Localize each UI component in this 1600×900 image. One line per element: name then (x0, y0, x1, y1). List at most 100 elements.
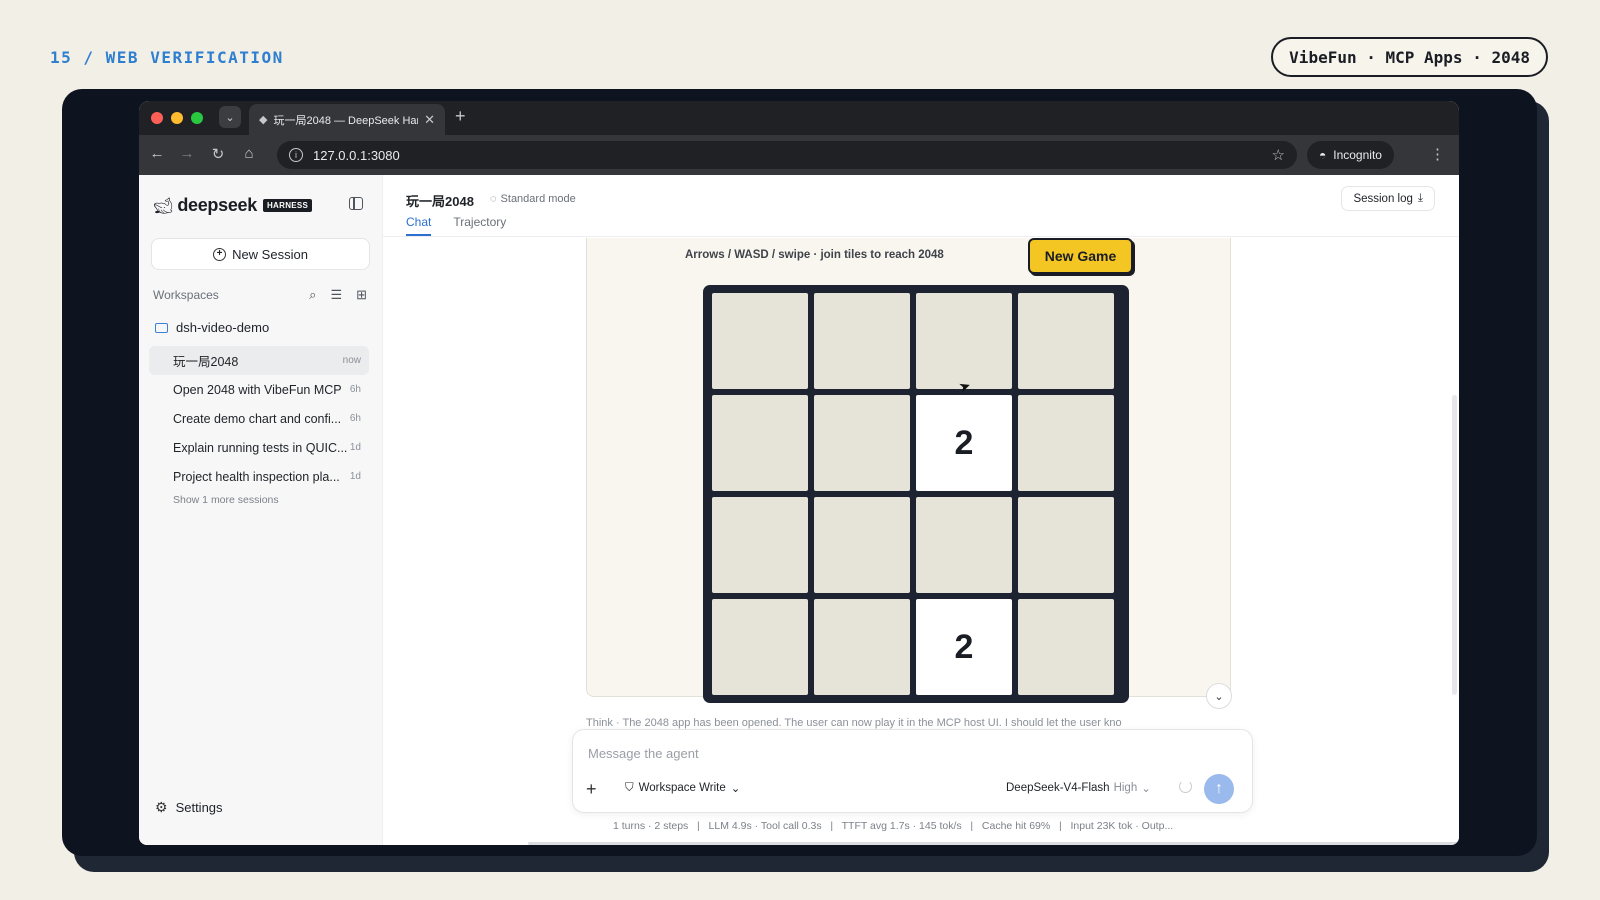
stat-divider: | (824, 820, 839, 832)
search-icon[interactable]: ⌕ (309, 287, 316, 303)
chevron-down-icon: ⌄ (1141, 783, 1151, 795)
incognito-badge[interactable]: ◓ Incognito (1307, 141, 1394, 169)
chevron-down-icon: ⌄ (730, 783, 741, 795)
stat-cache: Cache hit 69% (981, 820, 1051, 832)
session-time: 1d (349, 442, 361, 453)
url-text: 127.0.0.1:3080 (313, 147, 400, 163)
session-item[interactable]: 玩一局2048 now (149, 346, 369, 375)
board-cell (916, 293, 1012, 389)
horizontal-scrollbar[interactable] (528, 842, 1459, 845)
workspaces-label: Workspaces (153, 288, 219, 302)
browser-tab[interactable]: ◆ 玩一局2048 — DeepSeek Har ✕ (249, 104, 445, 135)
folder-name: dsh-video-demo (176, 320, 270, 335)
slide-pill: VibeFun · MCP Apps · 2048 (1271, 37, 1548, 77)
stat-llm: LLM 4.9s · Tool call 0.3s (708, 820, 822, 832)
session-name: Explain running tests in QUIC... (173, 440, 348, 455)
gear-icon: ⚙ (155, 799, 168, 815)
session-time: 1d (349, 471, 361, 482)
session-log-button[interactable]: Session log ⤓ (1341, 186, 1435, 211)
model-select[interactable]: DeepSeek-V4-Flash High ⌄ (1006, 781, 1151, 795)
slide-label: 15 / WEB VERIFICATION (50, 48, 284, 67)
settings-button[interactable]: ⚙ Settings (155, 799, 223, 816)
whale-logo-icon: 🐋︎ (153, 197, 174, 215)
new-session-button[interactable]: + New Session (151, 238, 370, 270)
forward-icon[interactable]: → (177, 145, 197, 162)
session-list: 玩一局2048 now Open 2048 with VibeFun MCP 6… (149, 346, 369, 491)
stat-divider: | (1053, 820, 1068, 832)
reload-icon[interactable]: ↻ (208, 145, 228, 163)
address-bar[interactable]: i 127.0.0.1:3080 ☆ (277, 141, 1297, 169)
session-time: now (342, 355, 361, 366)
stat-tokens: Input 23K tok · Outp... (1070, 820, 1174, 832)
new-tab-icon[interactable]: + (455, 106, 466, 127)
mode-indicator: ◌ Standard mode (490, 193, 576, 205)
stat-divider: | (691, 820, 706, 832)
game-board[interactable]: 2 2 (703, 285, 1129, 703)
shield-icon: ⛉ (625, 781, 634, 794)
session-item[interactable]: Explain running tests in QUIC... 1d (149, 433, 369, 462)
plus-circle-icon: + (213, 247, 227, 261)
minimize-window-button[interactable] (171, 112, 183, 124)
session-item[interactable]: Create demo chart and confi... 6h (149, 404, 369, 433)
close-tab-icon[interactable]: ✕ (424, 112, 435, 128)
board-cell (814, 497, 910, 593)
session-item[interactable]: Project health inspection pla... 1d (149, 462, 369, 491)
composer: Message the agent + ⛉ Workspace Write ⌄ … (572, 729, 1253, 813)
star-icon[interactable]: ☆ (1272, 146, 1285, 164)
session-log-label: Session log (1353, 192, 1413, 205)
new-game-button[interactable]: New Game (1028, 238, 1133, 274)
sidebar-toggle-icon[interactable] (349, 197, 363, 210)
scrollbar[interactable] (1452, 395, 1457, 695)
board-cell (1018, 599, 1114, 695)
workspaces-header: Workspaces ⌕ ☰ ⊞ (153, 287, 367, 303)
workspace-mode-select[interactable]: ⛉ Workspace Write ⌄ (625, 781, 741, 796)
back-icon[interactable]: ← (147, 145, 167, 162)
think-line: Think · The 2048 app has been opened. Th… (586, 717, 1221, 729)
close-window-button[interactable] (151, 112, 163, 124)
tab-trajectory[interactable]: Trajectory (453, 215, 506, 236)
maximize-window-button[interactable] (191, 112, 203, 124)
logo-badge: HARNESS (262, 199, 313, 212)
deepseek-favicon-icon: ◆ (259, 114, 268, 126)
session-name: Open 2048 with VibeFun MCP (173, 382, 342, 397)
board-cell (1018, 497, 1114, 593)
session-time: 6h (349, 384, 361, 395)
model-level: High (1113, 782, 1138, 794)
browser-toolbar: ← → ↻ ⌂ i 127.0.0.1:3080 ☆ ◓ Incognito ⋮ (139, 135, 1459, 175)
message-input[interactable]: Message the agent (588, 746, 699, 761)
board-cell (814, 395, 910, 491)
main-header: 玩一局2048 ◌ Standard mode Chat Trajectory … (383, 175, 1459, 237)
tab-title: 玩一局2048 — DeepSeek Har (273, 114, 419, 127)
board-cell: 2 (916, 395, 1012, 491)
info-icon[interactable]: i (289, 148, 303, 162)
tab-search-icon[interactable]: ⌄ (219, 106, 241, 128)
session-name: Create demo chart and confi... (173, 411, 342, 426)
download-icon: ⤓ (1417, 192, 1423, 204)
add-folder-icon[interactable]: ⊞ (356, 287, 367, 303)
loading-spinner-icon (1179, 780, 1192, 793)
home-icon[interactable]: ⌂ (239, 145, 259, 162)
board-cell (712, 599, 808, 695)
attach-icon[interactable]: + (586, 779, 597, 800)
board-cell (814, 599, 910, 695)
board-cell (712, 293, 808, 389)
app-root: 🐋︎ deepseek HARNESS + New Session Worksp… (139, 175, 1459, 845)
send-button[interactable]: ↑ (1204, 774, 1234, 804)
browser-window: ⌄ ◆ 玩一局2048 — DeepSeek Har ✕ + ← → ↻ ⌂ i… (139, 101, 1459, 845)
tab-chat[interactable]: Chat (406, 215, 432, 236)
session-time: 6h (349, 413, 361, 424)
incognito-icon: ◓ (1319, 148, 1327, 162)
stat-turns: 1 turns · 2 steps (613, 820, 689, 832)
session-item[interactable]: Open 2048 with VibeFun MCP 6h (149, 375, 369, 404)
board-cell (712, 395, 808, 491)
tab-bar: ⌄ ◆ 玩一局2048 — DeepSeek Har ✕ + (139, 101, 1459, 135)
main-tabs: Chat Trajectory (406, 215, 506, 236)
game-hint: Arrows / WASD / swipe · join tiles to re… (685, 249, 944, 261)
folder-icon (155, 322, 168, 333)
filter-icon[interactable]: ☰ (330, 287, 342, 303)
session-name: Project health inspection pla... (173, 469, 340, 484)
workspace-folder[interactable]: dsh-video-demo (155, 320, 269, 335)
menu-icon[interactable]: ⋮ (1430, 145, 1445, 163)
show-more-sessions-link[interactable]: Show 1 more sessions (173, 494, 279, 506)
scroll-down-button[interactable]: ⌄ (1206, 683, 1232, 709)
